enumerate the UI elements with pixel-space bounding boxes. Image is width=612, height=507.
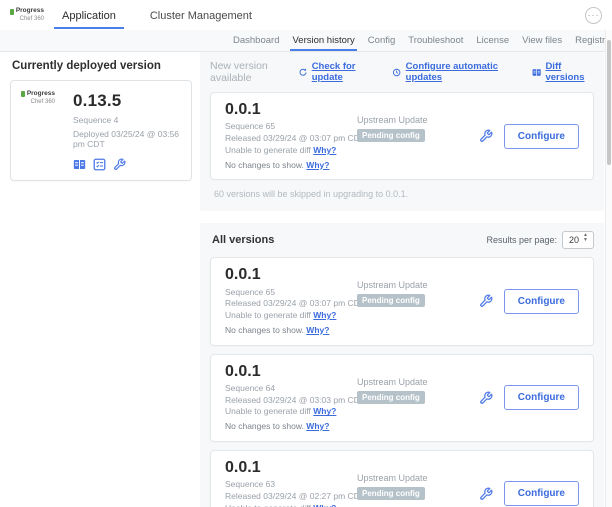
version-sequence: Sequence 63	[225, 479, 357, 491]
diff-versions-link[interactable]: Diff versions	[532, 61, 594, 83]
subnav-troubleshoot[interactable]: Troubleshoot	[408, 30, 463, 51]
edit-config-wrench-icon[interactable]	[479, 391, 493, 405]
configure-button[interactable]: Configure	[504, 481, 579, 506]
version-sequence: Sequence 64	[225, 383, 357, 395]
deployed-version: 0.13.5	[73, 91, 181, 111]
version-number: 0.0.1	[225, 266, 357, 284]
results-per-page-select[interactable]: 20 ▲▼	[562, 231, 594, 249]
subnav-view-files[interactable]: View files	[522, 30, 562, 51]
subnav-version-history[interactable]: Version history	[292, 30, 354, 51]
edit-config-wrench-icon[interactable]	[113, 158, 126, 171]
version-card: 0.0.1 Sequence 63 Released 03/29/24 @ 02…	[210, 450, 594, 507]
diff-icon[interactable]	[73, 158, 86, 171]
changes-note: No changes to show. Why?	[225, 325, 357, 337]
configure-button[interactable]: Configure	[504, 385, 579, 410]
results-per-page-label: Results per page:	[486, 235, 557, 245]
tab-application[interactable]: Application	[54, 1, 124, 29]
edit-config-wrench-icon[interactable]	[479, 294, 493, 308]
tab-cluster-management[interactable]: Cluster Management	[142, 1, 260, 29]
new-version-heading: New version available	[210, 60, 298, 84]
scrollbar[interactable]	[605, 30, 612, 507]
version-type: Upstream Update	[357, 115, 479, 125]
check-for-update-link[interactable]: Check for update	[298, 61, 377, 83]
deployed-heading: Currently deployed version	[12, 60, 192, 72]
status-badge: Pending config	[357, 129, 425, 142]
scrollbar-thumb[interactable]	[607, 40, 611, 165]
refresh-icon	[298, 67, 307, 78]
version-number: 0.0.1	[225, 363, 357, 381]
why-link[interactable]: Why?	[306, 421, 329, 431]
diff-note: Unable to generate diff Why?	[225, 406, 357, 418]
clock-icon	[392, 67, 401, 78]
deployed-sequence: Sequence 4	[73, 115, 181, 125]
logo-product: Chef 360	[10, 16, 44, 22]
configure-automatic-updates-link[interactable]: Configure automatic updates	[392, 61, 517, 83]
why-link[interactable]: Why?	[313, 503, 336, 507]
configure-button[interactable]: Configure	[504, 289, 579, 314]
deployed-card: Progress Chef 360 0.13.5 Sequence 4 Depl…	[10, 80, 192, 181]
version-type: Upstream Update	[357, 473, 479, 483]
changes-note: No changes to show. Why?	[225, 421, 357, 433]
edit-config-wrench-icon[interactable]	[479, 129, 493, 143]
version-type: Upstream Update	[357, 377, 479, 387]
version-number: 0.0.1	[225, 459, 357, 477]
status-badge: Pending config	[357, 294, 425, 307]
version-released: Released 03/29/24 @ 03:07 pm CDT	[225, 133, 357, 145]
status-badge: Pending config	[357, 487, 425, 500]
why-link[interactable]: Why?	[313, 406, 336, 416]
version-released: Released 03/29/24 @ 03:07 pm CDT	[225, 298, 357, 310]
why-link[interactable]: Why?	[313, 310, 336, 320]
deployed-app-logo: Progress Chef 360	[21, 91, 55, 171]
stepper-arrows-icon: ▲▼	[583, 235, 588, 245]
deployed-timestamp: Deployed 03/25/24 @ 03:56 pm CDT	[73, 129, 181, 149]
version-sequence: Sequence 65	[225, 287, 357, 299]
version-sequence: Sequence 65	[225, 121, 357, 133]
why-link[interactable]: Why?	[313, 145, 336, 155]
subnav-dashboard[interactable]: Dashboard	[233, 30, 279, 51]
new-version-card: 0.0.1 Sequence 65 Released 03/29/24 @ 03…	[210, 92, 594, 180]
logo-brand: Progress	[16, 8, 44, 15]
why-link[interactable]: Why?	[306, 325, 329, 335]
version-type: Upstream Update	[357, 280, 479, 290]
diff-note: Unable to generate diff Why?	[225, 145, 357, 157]
version-released: Released 03/29/24 @ 03:03 pm CDT	[225, 395, 357, 407]
new-version-section: New version available Check for update C…	[200, 52, 604, 211]
diff-note: Unable to generate diff Why?	[225, 310, 357, 322]
status-badge: Pending config	[357, 391, 425, 404]
subnav: Dashboard Version history Config Trouble…	[0, 30, 612, 52]
all-versions-heading: All versions	[212, 234, 274, 246]
app-logo: Progress Chef 360	[10, 8, 44, 22]
edit-config-wrench-icon[interactable]	[479, 487, 493, 501]
deployed-panel: Currently deployed version Progress Chef…	[0, 52, 200, 181]
logo-icon	[21, 91, 25, 97]
configure-button[interactable]: Configure	[504, 124, 579, 149]
subnav-license[interactable]: License	[476, 30, 509, 51]
version-number: 0.0.1	[225, 101, 357, 119]
top-header: Progress Chef 360 Application Cluster Ma…	[0, 0, 612, 30]
version-released: Released 03/29/24 @ 02:27 pm CDT	[225, 491, 357, 503]
why-link[interactable]: Why?	[306, 160, 329, 170]
overflow-menu-button[interactable]: ···	[585, 7, 602, 24]
diff-icon	[532, 67, 541, 78]
changes-note: No changes to show. Why?	[225, 160, 357, 172]
checklist-icon[interactable]	[93, 158, 106, 171]
subnav-config[interactable]: Config	[368, 30, 395, 51]
version-card: 0.0.1 Sequence 65 Released 03/29/24 @ 03…	[210, 257, 594, 345]
diff-note: Unable to generate diff Why?	[225, 503, 357, 507]
version-card: 0.0.1 Sequence 64 Released 03/29/24 @ 03…	[210, 354, 594, 442]
skip-notice: 60 versions will be skipped in upgrading…	[214, 189, 594, 199]
all-versions-section: All versions Results per page: 20 ▲▼ 0.0…	[200, 223, 604, 507]
logo-icon	[10, 9, 14, 15]
